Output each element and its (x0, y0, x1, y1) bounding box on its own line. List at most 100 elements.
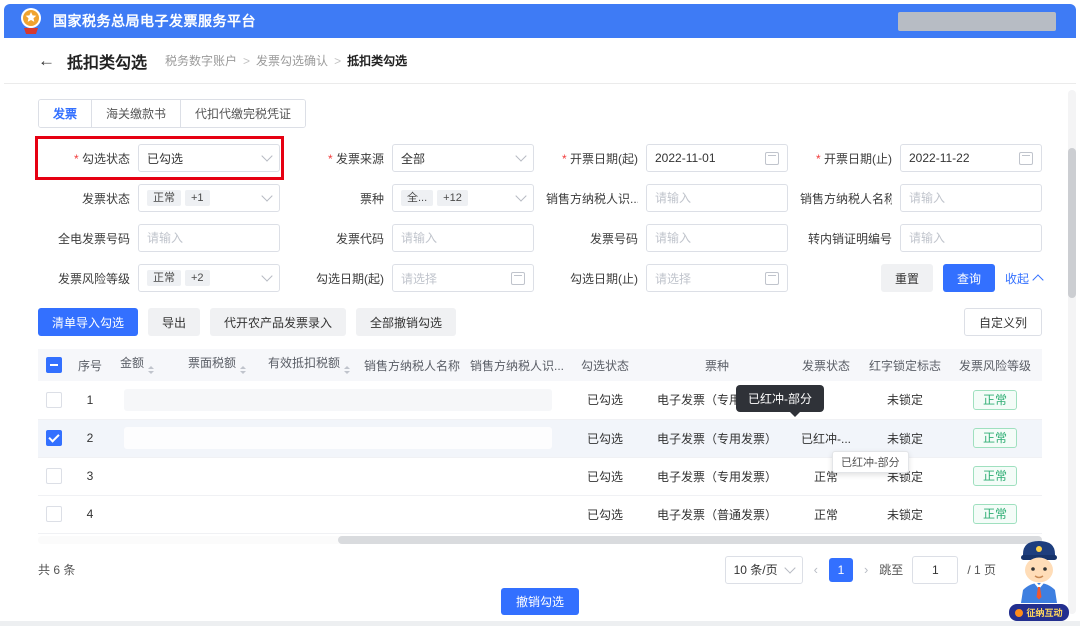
dark-tooltip: 已红冲-部分 (736, 385, 824, 412)
action-button-3[interactable]: 全部撤销勾选 (356, 308, 456, 336)
text-input-field[interactable] (655, 191, 779, 205)
row-checkbox[interactable] (46, 468, 62, 484)
page-title: 抵扣类勾选 (67, 49, 147, 73)
date-value: 2022-11-01 (655, 151, 716, 165)
sort-icon[interactable] (148, 363, 154, 377)
revoke-check-button[interactable]: 撤销勾选 (501, 588, 579, 615)
column-label: 发票风险等级 (959, 359, 1031, 373)
text-input[interactable] (392, 224, 534, 252)
text-input-field[interactable] (147, 231, 271, 245)
filter-label: 开票日期(起) (546, 150, 638, 167)
filter-field-10: 发票号码 (546, 224, 788, 252)
sort-icon[interactable] (344, 363, 350, 377)
mascot-badge-label: 征纳互动 (1026, 606, 1062, 619)
filter-label: 勾选日期(起) (292, 270, 384, 287)
risk-badge: 正常 (973, 504, 1017, 524)
filter-label: 发票号码 (546, 230, 638, 247)
cell-seq: 2 (70, 419, 110, 457)
filter-field-5: 票种全...+12 (292, 184, 534, 212)
select-input[interactable]: 全部 (392, 144, 534, 172)
breadcrumb-bar: ← 抵扣类勾选 税务数字账户 > 发票勾选确认 > 抵扣类勾选 (4, 38, 1076, 84)
chevron-down-icon (515, 190, 526, 201)
date-input[interactable]: 2022-11-22 (900, 144, 1042, 172)
tab-2[interactable]: 代扣代缴完税凭证 (181, 100, 305, 127)
text-input[interactable] (646, 224, 788, 252)
select-input[interactable]: 正常+2 (138, 264, 280, 292)
filter-label: 全电发票号码 (38, 230, 130, 247)
back-arrow-icon[interactable]: ← (38, 51, 55, 71)
vertical-scrollbar (1068, 90, 1076, 614)
app-title: 国家税务总局电子发票服务平台 (53, 11, 256, 31)
text-input[interactable] (646, 184, 788, 212)
tab-1[interactable]: 海关缴款书 (92, 100, 181, 127)
vertical-scrollbar-thumb[interactable] (1068, 148, 1076, 298)
empty-cell (460, 457, 566, 495)
redacted-block (124, 389, 552, 411)
date-input[interactable]: 请选择 (646, 264, 788, 292)
redacted-cells (110, 381, 566, 419)
column-header-4: 销售方纳税人名称 (354, 349, 460, 381)
breadcrumb-item[interactable]: 税务数字账户 (165, 52, 237, 69)
tag: 正常 (147, 190, 181, 206)
text-input-field[interactable] (401, 231, 525, 245)
select-all-checkbox[interactable] (46, 357, 62, 373)
filter-label: 转内销证明编号 (800, 230, 892, 247)
assistant-mascot[interactable]: 征纳互动 (1006, 537, 1072, 622)
date-input[interactable]: 2022-11-01 (646, 144, 788, 172)
select-input[interactable]: 全...+12 (392, 184, 534, 212)
page-number-button[interactable]: 1 (829, 558, 853, 582)
empty-cell (460, 495, 566, 533)
action-button-0[interactable]: 清单导入勾选 (38, 308, 138, 336)
action-button-2[interactable]: 代开农产品发票录入 (210, 308, 346, 336)
text-input[interactable] (900, 224, 1042, 252)
row-checkbox[interactable] (46, 392, 62, 408)
text-input-field[interactable] (909, 191, 1033, 205)
column-header-1: 金额 (110, 349, 178, 381)
select-input[interactable]: 已勾选 (138, 144, 280, 172)
doc-type-tabs: 发票海关缴款书代扣代缴完税凭证 (38, 99, 306, 128)
customize-columns-button[interactable]: 自定义列 (964, 308, 1042, 336)
sort-icon[interactable] (240, 363, 246, 377)
cell-invoice-status: 正常 (790, 495, 862, 533)
row-checkbox[interactable] (46, 506, 62, 522)
cell-ticket-type: 电子发票（专用发票） (644, 457, 790, 495)
cell-check-status: 已勾选 (566, 495, 644, 533)
action-button-1[interactable]: 导出 (148, 308, 200, 336)
prev-page-button[interactable]: ‹ (812, 562, 820, 577)
page-size-select[interactable]: 10 条/页 (725, 556, 803, 584)
selected-tags: 正常+2 (147, 270, 210, 286)
filter-actions-cell: 重置 查询 收起 (800, 264, 1042, 292)
filter-field-13: 勾选日期(起) 请选择 (292, 264, 534, 292)
text-input[interactable] (900, 184, 1042, 212)
text-input[interactable] (138, 224, 280, 252)
table-row: 4已勾选电子发票（普通发票）正常未锁定正常 (38, 495, 1042, 533)
cell-risk-level: 正常 (948, 457, 1042, 495)
jump-page-input[interactable] (912, 556, 958, 584)
row-checkbox[interactable] (46, 430, 62, 446)
select-input[interactable]: 正常+1 (138, 184, 280, 212)
pagination: 10 条/页 ‹ 1 › 跳至 / 1 页 (725, 556, 996, 584)
reset-button[interactable]: 重置 (881, 264, 933, 292)
calendar-icon (765, 152, 779, 165)
tab-0[interactable]: 发票 (39, 100, 92, 127)
date-value: 2022-11-22 (909, 151, 970, 165)
date-input[interactable]: 请选择 (392, 264, 534, 292)
search-button[interactable]: 查询 (943, 264, 995, 292)
cell-ticket-type: 电子发票（普通发票） (644, 495, 790, 533)
filter-field-0: 勾选状态已勾选 (38, 144, 280, 172)
text-input-field[interactable] (655, 231, 779, 245)
collapse-link[interactable]: 收起 (1005, 270, 1042, 287)
next-page-button[interactable]: › (862, 562, 870, 577)
text-input-field[interactable] (909, 231, 1033, 245)
horizontal-scrollbar-thumb[interactable] (338, 536, 1042, 544)
column-header-6: 勾选状态 (566, 349, 644, 381)
tag: +1 (185, 190, 210, 206)
breadcrumb-item[interactable]: 发票勾选确认 (256, 52, 328, 69)
cell-seq: 4 (70, 495, 110, 533)
filter-field-4: 发票状态正常+1 (38, 184, 280, 212)
mascot-badge[interactable]: 征纳互动 (1009, 604, 1068, 621)
column-header-8: 发票状态 (790, 349, 862, 381)
select-value: 全部 (401, 150, 425, 167)
filter-field-2: 开票日期(起) 2022-11-01 (546, 144, 788, 172)
calendar-icon (1019, 152, 1033, 165)
